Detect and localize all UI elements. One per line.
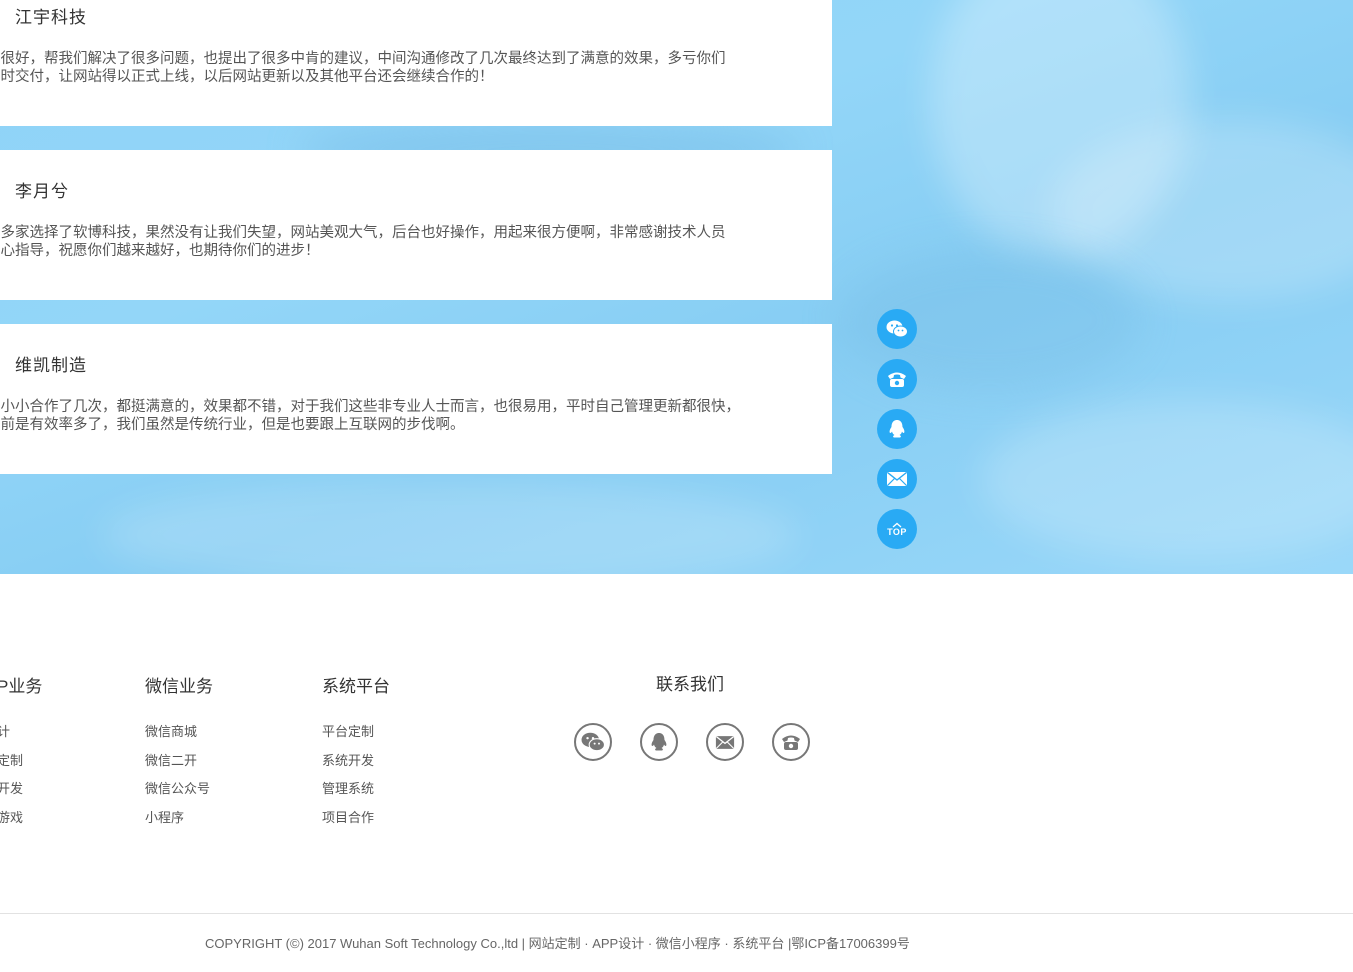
testimonial-section: 江宇科技 务很好，帮我们解决了很多问题，也提出了很多中肯的建议，中间沟通修改了几… bbox=[0, 0, 1353, 574]
background-decoration bbox=[980, 400, 1353, 560]
contact-icons bbox=[574, 723, 838, 761]
contact-phone-button[interactable] bbox=[772, 723, 810, 761]
footer-link[interactable]: 项目合作 bbox=[322, 807, 390, 836]
footer-column-title: 微信业务 bbox=[145, 677, 213, 696]
footer-link[interactable]: 微信商城 bbox=[145, 721, 213, 750]
footer-column-title: 系统平台 bbox=[322, 677, 390, 696]
footer-link[interactable]: 定制 bbox=[0, 750, 42, 779]
testimonial-text: 务很好，帮我们解决了很多问题，也提出了很多中肯的建议，中间沟通修改了几次最终达到… bbox=[0, 51, 726, 85]
testimonial-text: 七多家选择了软博科技，果然没有让我们失望，网站美观大气，后台也好操作，用起来很方… bbox=[0, 225, 726, 259]
footer-column-platform: 系统平台 平台定制 系统开发 管理系统 项目合作 bbox=[322, 672, 390, 836]
floating-toolbar: TOP bbox=[877, 309, 917, 559]
footer-link[interactable]: 微信公众号 bbox=[145, 778, 213, 807]
contact-wechat-button[interactable] bbox=[574, 723, 612, 761]
footer-link[interactable]: 平台定制 bbox=[322, 721, 390, 750]
testimonial-name: 江宇科技 bbox=[15, 8, 87, 27]
phone-icon bbox=[888, 372, 906, 387]
footer-divider bbox=[0, 913, 1353, 914]
footer-column-wechat: 微信业务 微信商城 微信二开 微信公众号 小程序 bbox=[145, 672, 213, 836]
testimonial-name: 维凯制造 bbox=[15, 356, 87, 375]
background-decoration bbox=[100, 480, 800, 574]
footer-column-title: P业务 bbox=[0, 677, 43, 696]
footer-link[interactable]: 开发 bbox=[0, 778, 42, 807]
wechat-button[interactable] bbox=[877, 309, 917, 349]
wechat-icon bbox=[886, 320, 908, 338]
testimonial-card: 李月兮 七多家选择了软博科技，果然没有让我们失望，网站美观大气，后台也好操作，用… bbox=[0, 150, 832, 300]
contact-qq-button[interactable] bbox=[640, 723, 678, 761]
footer-link[interactable]: 游戏 bbox=[0, 807, 42, 836]
mail-icon bbox=[715, 735, 735, 749]
wechat-icon bbox=[581, 732, 605, 752]
testimonial-card: 江宇科技 务很好，帮我们解决了很多问题，也提出了很多中肯的建议，中间沟通修改了几… bbox=[0, 0, 832, 126]
footer-link[interactable]: 小程序 bbox=[145, 807, 213, 836]
qq-icon bbox=[651, 733, 667, 751]
mail-icon bbox=[887, 471, 907, 486]
back-to-top-label: TOP bbox=[887, 526, 907, 537]
phone-icon bbox=[782, 735, 800, 750]
phone-button[interactable] bbox=[877, 359, 917, 399]
footer-link[interactable]: 计 bbox=[0, 721, 42, 750]
mail-button[interactable] bbox=[877, 459, 917, 499]
contact-mail-button[interactable] bbox=[706, 723, 744, 761]
testimonial-text: 大小小合作了几次，都挺满意的，效果都不错，对于我们这些非专业人士而言，也很易用，… bbox=[0, 399, 740, 433]
qq-icon bbox=[889, 420, 905, 438]
testimonial-card: 维凯制造 大小小合作了几次，都挺满意的，效果都不错，对于我们这些非专业人士而言，… bbox=[0, 324, 832, 474]
testimonial-name: 李月兮 bbox=[15, 182, 69, 201]
back-to-top-button[interactable]: TOP bbox=[877, 509, 917, 549]
copyright-text: COPYRIGHT (©) 2017 Wuhan Soft Technology… bbox=[205, 936, 910, 951]
footer-link[interactable]: 系统开发 bbox=[322, 750, 390, 779]
footer-link[interactable]: 微信二开 bbox=[145, 750, 213, 779]
footer-link[interactable]: 管理系统 bbox=[322, 778, 390, 807]
contact-us-title: 联系我们 bbox=[656, 675, 724, 694]
qq-button[interactable] bbox=[877, 409, 917, 449]
footer-column-app: P业务 计 定制 开发 游戏 bbox=[0, 672, 42, 836]
